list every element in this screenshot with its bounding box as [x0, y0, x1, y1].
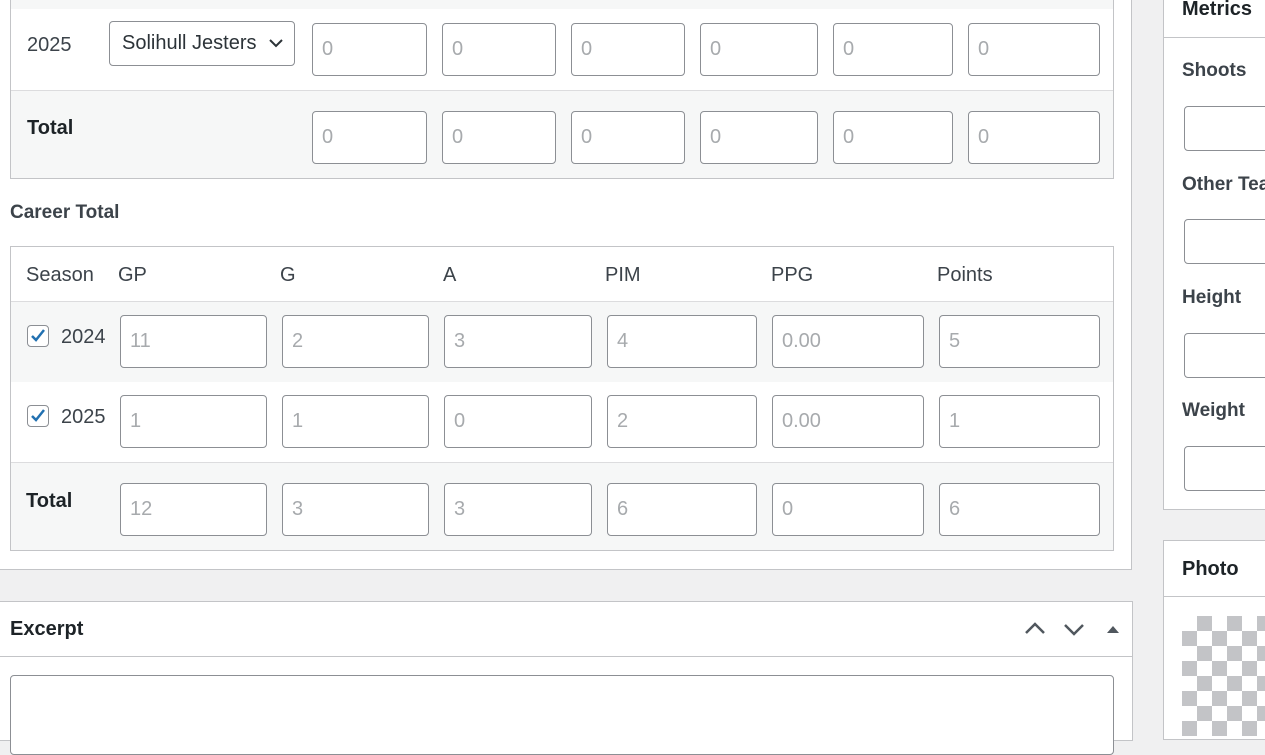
metrics-metabox: Metrics Shoots Other Tea Height Weight: [1163, 0, 1265, 510]
total-input[interactable]: 0: [312, 111, 427, 164]
total-input[interactable]: 0: [833, 111, 953, 164]
team-select-value: Solihull Jesters: [122, 32, 257, 54]
stat-input[interactable]: 0: [833, 23, 953, 76]
season-year: 2024: [61, 326, 106, 348]
excerpt-metabox: Excerpt: [0, 601, 1133, 755]
stat-input[interactable]: 0: [442, 23, 556, 76]
metabox-divider: [1164, 596, 1265, 597]
team-season-table: 2025 Solihull Jesters 0 0 0 0 0 0 Total …: [10, 0, 1114, 179]
career-stat-input[interactable]: 3: [444, 315, 592, 368]
career-stat-input[interactable]: 0: [444, 395, 592, 448]
checkmark-icon: [31, 329, 45, 342]
career-total-input[interactable]: 3: [282, 483, 429, 536]
total-label: Total: [27, 117, 74, 139]
height-label: Height: [1182, 287, 1242, 308]
stat-input[interactable]: 0: [700, 23, 818, 76]
career-stat-input[interactable]: 5: [939, 315, 1100, 368]
career-total-heading: Career Total: [10, 202, 120, 223]
chevron-down-icon[interactable]: [1061, 616, 1087, 642]
chevron-up-icon[interactable]: [1022, 616, 1048, 642]
career-stat-input[interactable]: 1: [939, 395, 1100, 448]
player-statistics-box: 2025 Solihull Jesters 0 0 0 0 0 0 Total …: [0, 0, 1132, 570]
season-checkbox[interactable]: [27, 325, 49, 347]
career-total-table: Season GP G A PIM PPG Points 2024 11 2 3…: [10, 246, 1114, 551]
career-stat-input[interactable]: 4: [607, 315, 757, 368]
excerpt-header: Excerpt: [0, 602, 1132, 657]
excerpt-title: Excerpt: [10, 618, 84, 640]
career-stat-input[interactable]: 2: [607, 395, 757, 448]
other-team-label: Other Tea: [1182, 174, 1265, 195]
total-input[interactable]: 0: [700, 111, 818, 164]
total-label: Total: [26, 490, 73, 512]
stat-input[interactable]: 0: [968, 23, 1100, 76]
excerpt-textarea[interactable]: [10, 675, 1114, 755]
season-year: 2025: [27, 34, 72, 56]
metabox-divider: [1164, 37, 1265, 38]
season-year: 2025: [61, 406, 106, 428]
career-stat-input[interactable]: 1: [282, 395, 429, 448]
weight-input[interactable]: [1184, 446, 1265, 491]
photo-title: Photo: [1182, 558, 1239, 580]
photo-metabox: Photo: [1163, 540, 1265, 740]
career-total-input[interactable]: 3: [444, 483, 592, 536]
column-header: A: [443, 264, 457, 286]
stat-input[interactable]: 0: [312, 23, 427, 76]
column-header: Points: [937, 264, 993, 286]
career-total-input[interactable]: 12: [120, 483, 267, 536]
height-input[interactable]: [1184, 333, 1265, 378]
column-header: Season: [26, 264, 94, 286]
shoots-label: Shoots: [1182, 60, 1247, 81]
career-total-input[interactable]: 6: [939, 483, 1100, 536]
column-header: PIM: [605, 264, 641, 286]
other-team-input[interactable]: [1184, 219, 1265, 264]
chevron-down-icon: [269, 39, 283, 48]
column-header: G: [280, 264, 296, 286]
season-checkbox[interactable]: [27, 405, 49, 427]
career-stat-input[interactable]: 0.00: [772, 315, 924, 368]
weight-label: Weight: [1182, 400, 1245, 421]
career-stat-input[interactable]: 1: [120, 395, 267, 448]
metrics-title: Metrics: [1182, 0, 1253, 20]
checkmark-icon: [31, 409, 45, 422]
career-stat-input[interactable]: 2: [282, 315, 429, 368]
career-total-input[interactable]: 6: [607, 483, 757, 536]
total-input[interactable]: 0: [571, 111, 685, 164]
photo-placeholder[interactable]: [1182, 616, 1265, 736]
table-row-stripe: [11, 0, 1113, 9]
column-header: PPG: [771, 264, 814, 286]
team-select[interactable]: Solihull Jesters: [109, 21, 295, 66]
triangle-up-icon[interactable]: [1100, 616, 1126, 642]
career-stat-input[interactable]: 0.00: [772, 395, 924, 448]
career-stat-input[interactable]: 11: [120, 315, 267, 368]
column-header: GP: [118, 264, 147, 286]
stat-input[interactable]: 0: [571, 23, 685, 76]
total-input[interactable]: 0: [968, 111, 1100, 164]
career-total-input[interactable]: 0: [772, 483, 924, 536]
shoots-select[interactable]: [1184, 106, 1265, 151]
total-input[interactable]: 0: [442, 111, 556, 164]
